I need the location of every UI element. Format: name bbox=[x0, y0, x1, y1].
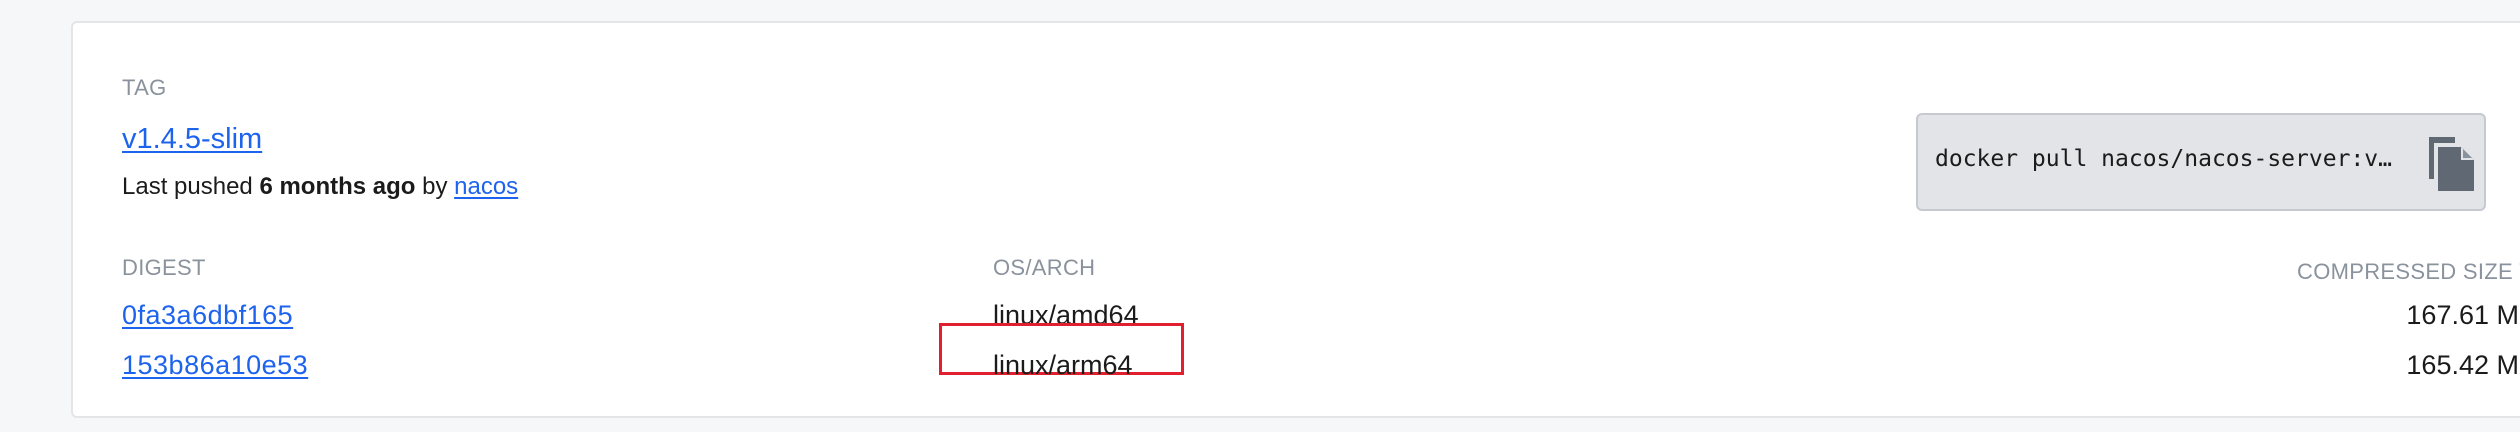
pull-command-text[interactable]: docker pull nacos/nacos-server:v1.4.5-sl… bbox=[1935, 146, 2405, 172]
digest-link-amd64[interactable]: 0fa3a6dbf165 bbox=[122, 300, 293, 331]
digest-link-arm64[interactable]: 153b86a10e53 bbox=[122, 350, 308, 381]
compressed-size-label: COMPRESSED SIZE bbox=[2297, 259, 2513, 284]
tag-name-link[interactable]: v1.4.5-slim bbox=[122, 123, 262, 156]
last-pushed-info: Last pushed 6 months ago by nacos bbox=[122, 173, 518, 201]
compressed-size-header: COMPRESSED SIZE bbox=[2297, 255, 2520, 285]
pushed-age: 6 months ago bbox=[259, 173, 416, 200]
copy-icon bbox=[2429, 137, 2474, 191]
copy-button[interactable] bbox=[2421, 133, 2481, 193]
pull-command-box: docker pull nacos/nacos-server:v1.4.5-sl… bbox=[1916, 113, 2486, 211]
size-amd64: 167.61 MB bbox=[2406, 300, 2520, 330]
pushed-prefix: Last pushed bbox=[122, 173, 260, 200]
size-arm64: 165.42 MB bbox=[2406, 350, 2520, 380]
pushed-user-link[interactable]: nacos bbox=[454, 173, 518, 200]
osarch-header: OS/ARCH bbox=[993, 255, 1096, 280]
tag-heading: TAG bbox=[122, 75, 167, 100]
pushed-by-text: by bbox=[415, 173, 455, 200]
osarch-arm64: linux/arm64 bbox=[993, 350, 1133, 380]
tag-card: TAG v1.4.5-slim Last pushed 6 months ago… bbox=[71, 21, 2520, 418]
digest-header: DIGEST bbox=[122, 255, 206, 280]
